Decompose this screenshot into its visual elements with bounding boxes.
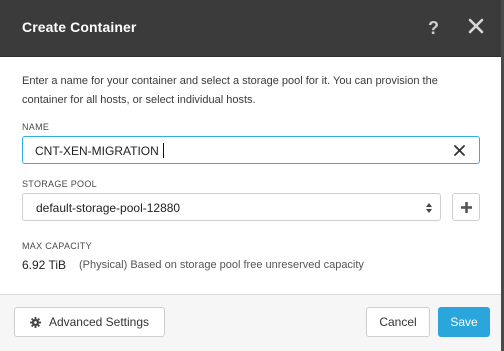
select-arrows-icon (425, 201, 433, 213)
advanced-settings-label: Advanced Settings (48, 315, 150, 329)
max-capacity-description: (Physical) Based on storage pool free un… (79, 259, 364, 271)
clear-icon[interactable] (453, 144, 466, 157)
dialog-header: Create Container ? (0, 0, 501, 57)
name-label: NAME (22, 122, 50, 132)
dialog-title: Create Container (22, 19, 137, 35)
save-button[interactable]: Save (438, 307, 490, 337)
storage-pool-label: STORAGE POOL (22, 179, 97, 189)
max-capacity-value: 6.92 TiB (22, 258, 67, 272)
text-caret (163, 143, 164, 158)
gear-icon (29, 316, 41, 328)
cancel-button[interactable]: Cancel (366, 307, 430, 337)
max-capacity-label: MAX CAPACITY (22, 241, 92, 251)
help-icon[interactable]: ? (428, 18, 439, 39)
advanced-settings-button[interactable]: Advanced Settings (14, 307, 165, 337)
container-name-field[interactable] (22, 136, 480, 164)
intro-text: Enter a name for your container and sele… (22, 75, 438, 106)
close-icon[interactable] (467, 17, 485, 35)
storage-pool-value: default-storage-pool-12880 (36, 201, 181, 215)
create-container-dialog: Create Container ? Enter a name for your… (0, 0, 504, 351)
container-name-input[interactable] (35, 142, 435, 160)
add-storage-pool-button[interactable] (452, 193, 480, 221)
plus-icon (461, 202, 472, 213)
storage-pool-select[interactable]: default-storage-pool-12880 (22, 193, 441, 221)
dialog-body: Enter a name for your container and sele… (0, 57, 501, 294)
dialog-footer: Advanced Settings Cancel Save (0, 294, 501, 351)
